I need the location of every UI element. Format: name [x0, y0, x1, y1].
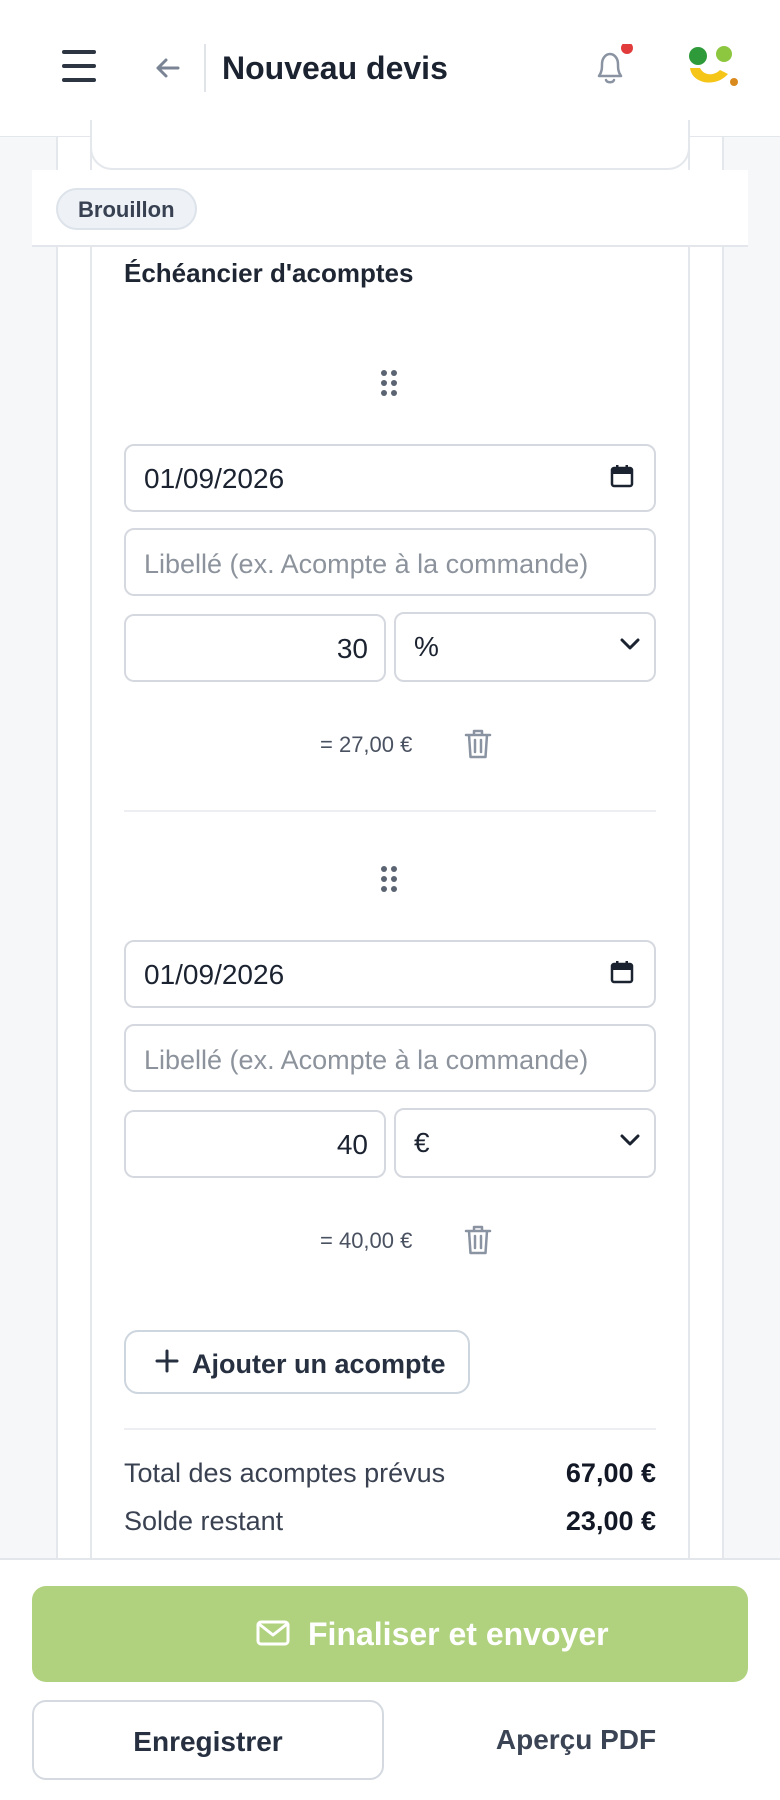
total-value: 67,00 €: [565, 1458, 656, 1488]
balance-label: Solde restant: [124, 1506, 284, 1536]
unit-value: %: [414, 631, 439, 662]
label-input[interactable]: Libellé (ex. Acompte à la commande): [124, 1024, 656, 1092]
add-installment-label: Ajouter un acompte: [192, 1349, 446, 1379]
date-input[interactable]: 01/09/2026: [124, 940, 656, 1008]
trash-icon[interactable]: [463, 728, 493, 760]
header-divider: [204, 44, 206, 92]
drag-handle-icon[interactable]: [380, 370, 400, 402]
label-input[interactable]: Libellé (ex. Acompte à la commande): [124, 528, 656, 596]
app-logo[interactable]: [686, 44, 740, 92]
computed-amount: = 27,00 €: [320, 732, 413, 757]
chevron-down-icon: [620, 638, 640, 650]
status-badge: Brouillon: [56, 188, 197, 230]
amount-value: 30: [336, 633, 368, 664]
date-value: 01/09/2026: [144, 959, 285, 990]
trash-icon[interactable]: [463, 1224, 493, 1256]
arrow-left-icon[interactable]: [148, 48, 188, 88]
pdf-preview-label: Aperçu PDF: [495, 1724, 657, 1755]
mail-icon: [256, 1620, 290, 1646]
label-placeholder: Libellé (ex. Acompte à la commande): [144, 549, 589, 579]
drag-handle-icon[interactable]: [380, 866, 400, 898]
installment-divider: [124, 810, 656, 812]
balance-row: Solde restant 23,00 €: [124, 1506, 656, 1542]
amount-value: 40: [336, 1129, 368, 1160]
chevron-down-icon: [620, 1134, 640, 1146]
calendar-icon[interactable]: [610, 464, 634, 488]
amount-input[interactable]: 40: [124, 1110, 386, 1178]
save-button[interactable]: Enregistrer: [32, 1700, 384, 1780]
total-row: Total des acomptes prévus 67,00 €: [124, 1458, 656, 1494]
pdf-preview-button[interactable]: Aperçu PDF: [404, 1700, 748, 1780]
amount-input[interactable]: 30: [124, 614, 386, 682]
unit-value: €: [414, 1127, 430, 1158]
previous-field-bottom: [90, 120, 690, 170]
save-label: Enregistrer: [133, 1726, 283, 1757]
calendar-icon[interactable]: [610, 960, 634, 984]
app-header: Nouveau devis: [0, 0, 780, 137]
bell-icon[interactable]: [586, 42, 634, 92]
balance-value: 23,00 €: [565, 1506, 656, 1536]
section-title: Échéancier d'acomptes: [124, 258, 414, 288]
label-placeholder: Libellé (ex. Acompte à la commande): [144, 1045, 589, 1075]
total-label: Total des acomptes prévus: [124, 1458, 446, 1488]
plus-icon: [155, 1349, 179, 1373]
add-installment-button[interactable]: Ajouter un acompte: [124, 1330, 470, 1394]
finalize-send-label: Finaliser et envoyer: [308, 1616, 609, 1652]
unit-select[interactable]: %: [394, 612, 656, 682]
unit-select[interactable]: €: [394, 1108, 656, 1178]
page-title: Nouveau devis: [222, 50, 448, 86]
date-value: 01/09/2026: [144, 463, 285, 494]
summary-divider: [124, 1428, 656, 1430]
menu-icon[interactable]: [58, 48, 98, 84]
date-input[interactable]: 01/09/2026: [124, 444, 656, 512]
action-footer: Finaliser et envoyer Enregistrer Aperçu …: [0, 1558, 780, 1800]
finalize-send-button[interactable]: Finaliser et envoyer: [32, 1586, 748, 1682]
computed-amount: = 40,00 €: [320, 1228, 413, 1253]
status-bar: Brouillon: [32, 170, 748, 247]
